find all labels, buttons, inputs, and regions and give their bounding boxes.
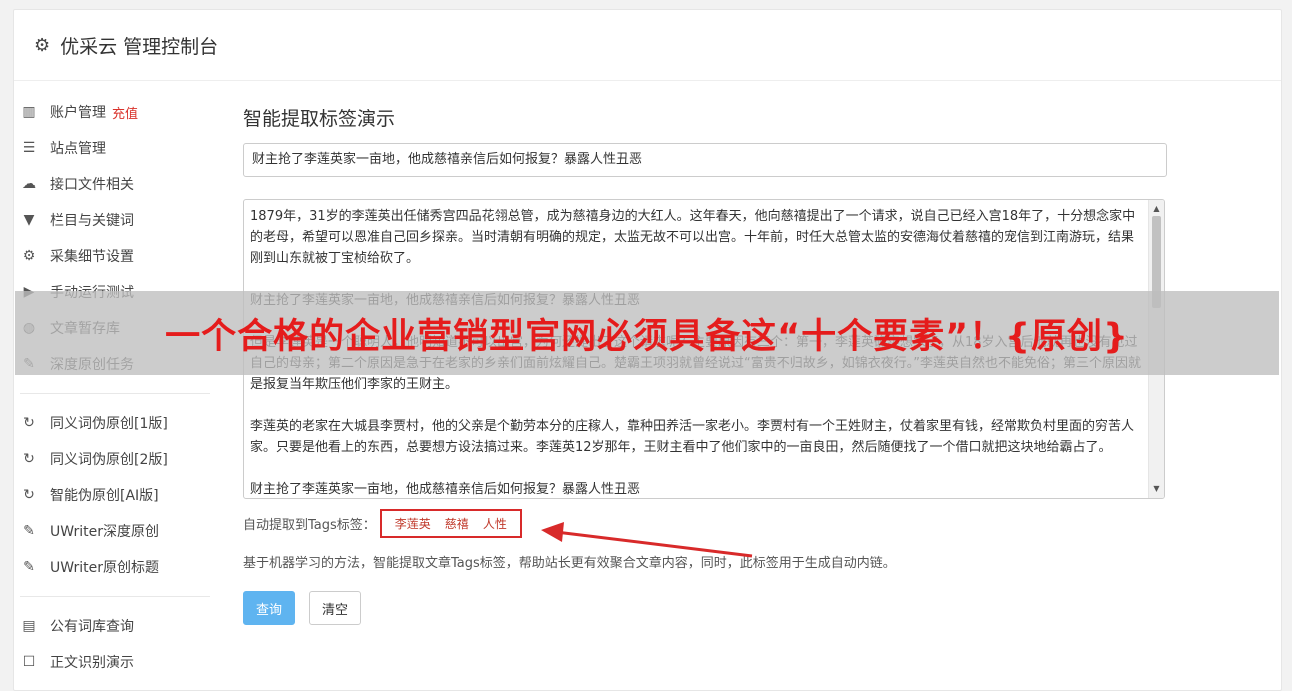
sidebar-item-label: 采集细节设置 — [50, 249, 134, 265]
sidebar-item[interactable]: ↻ 智能伪原创[AI版] — [20, 477, 210, 513]
console-header: ⚙ 优采云 管理控制台 — [14, 10, 1281, 81]
sidebar-item-label: 栏目与关键词 — [50, 213, 134, 229]
edit-icon: ✎ — [23, 523, 35, 539]
sidebar-item-label: UWriter深度原创 — [50, 524, 159, 540]
edit-icon: ✎ — [23, 559, 35, 575]
sidebar-item[interactable]: ☐ 正文识别演示 — [20, 644, 210, 680]
sidebar-item-label: 接口文件相关 — [50, 177, 134, 193]
clear-button[interactable]: 清空 — [309, 591, 362, 625]
recharge-link[interactable]: 充值 — [112, 103, 138, 122]
sidebar-item[interactable]: ☰ 站点管理 — [20, 130, 210, 166]
cogs-icon: ⚙ — [22, 248, 36, 264]
content-paragraph: 李莲英的老家在大城县李贾村，他的父亲是个勤劳本分的庄稼人，靠种田养活一家老小。李… — [250, 419, 1135, 455]
scroll-down-icon[interactable]: ▼ — [1149, 482, 1164, 496]
sidebar-item-label: UWriter原创标题 — [50, 560, 159, 576]
book-icon: ▤ — [22, 618, 36, 634]
sidebar-item[interactable]: ☁ 接口文件相关 — [20, 166, 210, 202]
sidebar-item-label: 站点管理 — [50, 141, 106, 157]
tag-item: 慈禧 — [444, 517, 469, 531]
sidebar-item[interactable]: ✎ UWriter原创标题 — [20, 549, 210, 585]
action-buttons: 查询 清空 — [243, 591, 1163, 625]
server-icon: ☰ — [22, 140, 36, 156]
sidebar-item[interactable]: ▼ 栏目与关键词 — [20, 202, 210, 238]
sidebar-item[interactable]: ↻ 同义词伪原创[1版] — [20, 405, 210, 441]
query-button[interactable]: 查询 — [243, 591, 296, 625]
sidebar-item-label: 同义词伪原创[1版] — [50, 416, 168, 432]
overlay-title: 一个合格的企业营销型官网必须具备这“十个要素”！{原创} — [165, 316, 1129, 357]
sidebar-item[interactable]: ▥ 账户管理 充值 — [20, 94, 210, 130]
tags-row: 自动提取到Tags标签： 李莲英 慈禧 人性 — [243, 509, 1163, 538]
sidebar-item-label: 同义词伪原创[2版] — [50, 452, 168, 468]
sidebar-item-label: 正文识别演示 — [50, 655, 134, 671]
tags-result-box: 李莲英 慈禧 人性 — [379, 509, 522, 538]
refresh-icon: ↻ — [23, 451, 35, 467]
filter-icon: ▼ — [23, 212, 35, 228]
content-paragraph: 财主抢了李莲英家一亩地，他成慈禧亲信后如何报复？暴露人性丑恶 — [250, 482, 641, 497]
content-paragraph: 1879年，31岁的李莲英出任储秀宫四品花翎总管，成为慈禧身边的大红人。这年春天… — [250, 209, 1136, 266]
cloud-upload-icon: ☁ — [22, 176, 36, 192]
tags-label: 自动提取到Tags标签： — [243, 518, 376, 533]
sidebar-group-3: ▤ 公有词库查询 ☐ 正文识别演示 — [20, 608, 210, 680]
scroll-up-icon[interactable]: ▲ — [1149, 202, 1164, 216]
sidebar-divider — [20, 393, 210, 394]
sidebar-item-label: 智能伪原创[AI版] — [50, 488, 159, 504]
sidebar-nav: ▥账户管理充值☰站点管理☁接口文件相关▼栏目与关键词⚙采集细节设置▶手动运行测试… — [20, 94, 210, 680]
bar-chart-icon: ▥ — [22, 104, 36, 120]
gear-icon: ⚙ — [34, 34, 51, 56]
sidebar-item[interactable]: ⚙ 采集细节设置 — [20, 238, 210, 274]
sidebar-item[interactable]: ✎ UWriter深度原创 — [20, 513, 210, 549]
title-overlay-banner: 一个合格的企业营销型官网必须具备这“十个要素”！{原创} — [15, 291, 1279, 375]
sidebar-item[interactable]: ▤ 公有词库查询 — [20, 608, 210, 644]
page-title: 智能提取标签演示 — [243, 108, 396, 130]
article-title-input[interactable]: 财主抢了李莲英家一亩地，他成慈禧亲信后如何报复？暴露人性丑恶 — [243, 143, 1167, 177]
sidebar-divider — [20, 596, 210, 597]
sidebar-item-label: 账户管理 — [50, 105, 106, 121]
sidebar-group-2: ↻ 同义词伪原创[1版] ↻ 同义词伪原创[2版] ↻ 智能伪原创[AI版] ✎ UWrite… — [20, 405, 210, 585]
refresh-icon: ↻ — [23, 487, 35, 503]
refresh-icon: ↻ — [23, 415, 35, 431]
square-icon: ☐ — [22, 654, 36, 670]
sidebar-item-label: 公有词库查询 — [50, 619, 134, 635]
tag-item: 李莲英 — [394, 517, 431, 531]
console-title: 优采云 管理控制台 — [60, 35, 219, 58]
feature-description: 基于机器学习的方法，智能提取文章Tags标签，帮助站长更有效聚合文章内容，同时，… — [243, 556, 896, 571]
tag-item: 人性 — [482, 517, 507, 531]
sidebar-item[interactable]: ↻ 同义词伪原创[2版] — [20, 441, 210, 477]
